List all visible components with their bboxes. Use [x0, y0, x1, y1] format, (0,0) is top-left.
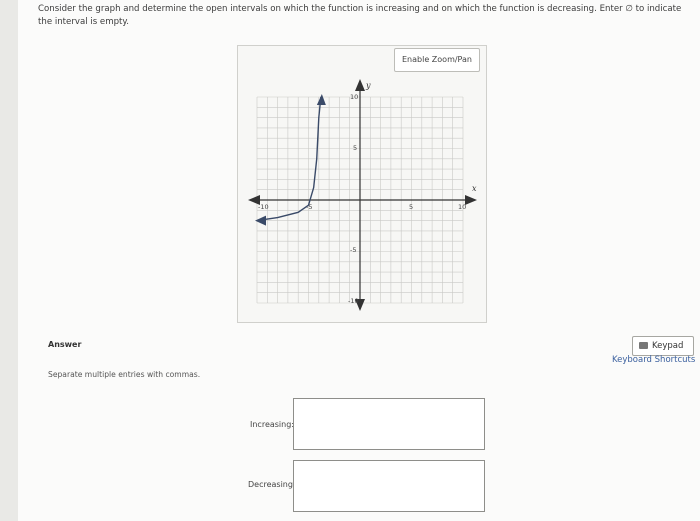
curve-up-arrow-icon	[316, 94, 326, 105]
x-axis-right-arrow-icon	[465, 195, 477, 205]
y-tick-label: 10	[350, 93, 358, 101]
x-axis-label: x	[472, 184, 477, 193]
y-axis-label: y	[365, 81, 371, 90]
increasing-label: Increasing:	[250, 420, 294, 429]
graph: x y -10 -5 5 10 10 5 -5 -10	[248, 79, 477, 311]
y-axis-up-arrow-icon	[355, 79, 365, 91]
keypad-icon	[639, 342, 648, 349]
entry-hint: Separate multiple entries with commas.	[48, 370, 201, 379]
curve-left-arrow-icon	[255, 215, 266, 226]
x-tick-label: -10	[258, 203, 269, 211]
enable-zoom-pan-button[interactable]: Enable Zoom/Pan	[394, 48, 480, 72]
increasing-input[interactable]	[293, 398, 485, 450]
decreasing-label: Decreasing:	[248, 480, 296, 489]
y-tick-label: -5	[350, 246, 356, 254]
y-tick-label: 5	[353, 144, 357, 152]
keyboard-shortcuts-link[interactable]: Keyboard Shortcuts	[612, 355, 695, 365]
question-text: Consider the graph and determine the ope…	[38, 4, 682, 27]
x-tick-label: 5	[409, 203, 413, 211]
x-tick-label: 10	[458, 203, 466, 211]
keypad-button[interactable]: Keypad	[632, 336, 694, 356]
y-tick-label: -10	[348, 297, 359, 305]
answer-heading: Answer	[48, 340, 82, 349]
keypad-label: Keypad	[652, 341, 684, 351]
decreasing-input[interactable]	[293, 460, 485, 512]
